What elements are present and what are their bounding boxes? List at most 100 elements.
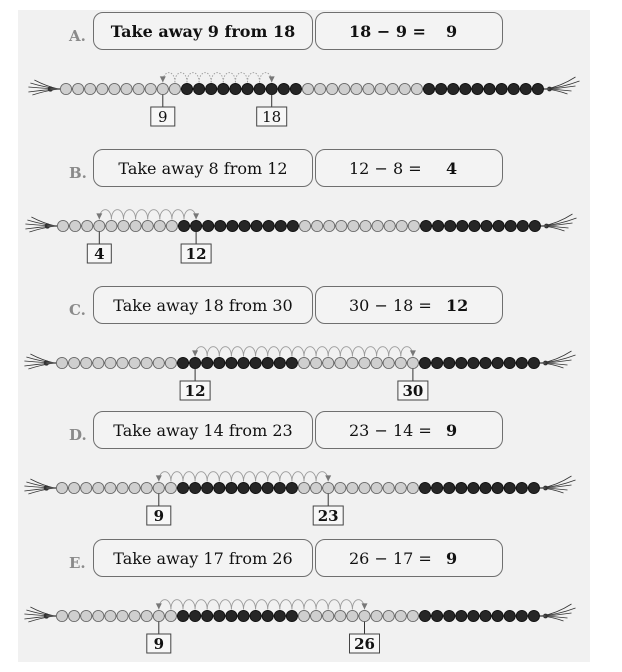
equation-text: 12 − 8 = [349, 158, 422, 178]
bead-dark [435, 82, 448, 96]
hop-arc [206, 471, 220, 482]
hop-arc [388, 346, 402, 357]
answer-value[interactable]: 12 [446, 296, 468, 315]
bead-light [96, 82, 109, 96]
bead-string: 9 26 [24, 599, 576, 654]
hop-arc [315, 599, 329, 610]
equation-text: 23 − 14 = [349, 420, 432, 440]
answer-value[interactable]: 9 [446, 22, 457, 41]
bead-dark [447, 82, 460, 96]
answer-value[interactable]: 9 [446, 549, 457, 568]
bead-dark [479, 609, 492, 623]
hop-arc [291, 599, 305, 610]
right-tassel-icon [541, 603, 576, 622]
hop-arc [218, 471, 232, 482]
bead-light [394, 609, 407, 623]
bead-light [371, 219, 384, 233]
bead-string: 9 23 [24, 471, 576, 526]
hop-arc [291, 471, 305, 482]
left-tassel-icon [25, 216, 56, 233]
question-text: Take away 17 from 26 [113, 548, 293, 568]
bead-light [55, 481, 69, 495]
problem-row: D. Take away 14 from 23 23 − 14 = 9 9 23 [0, 409, 622, 539]
arrowhead-icon [192, 350, 199, 357]
answer-value[interactable]: 4 [446, 159, 457, 178]
bead-light [382, 609, 395, 623]
bead-dark [253, 82, 266, 96]
bead-dark [265, 82, 278, 96]
bead-light [140, 609, 153, 623]
bead-dark [285, 481, 298, 495]
left-tassel-icon [24, 478, 55, 495]
hop-arc [255, 599, 269, 610]
start-label-box: 23 [312, 493, 344, 526]
bead-dark [201, 481, 214, 495]
hop-arc [230, 346, 244, 357]
bead-dark [237, 609, 250, 623]
bead-dark [189, 356, 202, 370]
question-text: Take away 14 from 23 [113, 420, 293, 440]
problem-letter: C. [69, 301, 86, 319]
bead-light [164, 356, 177, 370]
arrowhead-icon [155, 475, 162, 482]
hop-arc [247, 72, 261, 83]
bead-light [346, 356, 359, 370]
hop-arc [267, 471, 281, 482]
bead-dark [515, 609, 528, 623]
bead-dark [467, 356, 480, 370]
bead-light [165, 219, 178, 233]
hop-arc [230, 471, 244, 482]
hop-arcs [158, 599, 365, 610]
bead-light [346, 609, 359, 623]
bead-dark [456, 219, 469, 233]
bead-dark [467, 481, 480, 495]
arrowhead-icon [155, 603, 162, 610]
bead-light [406, 609, 419, 623]
left-tassel-icon [24, 606, 55, 623]
hop-arc [303, 599, 317, 610]
answer-value[interactable]: 9 [446, 421, 457, 440]
bead-light [398, 82, 411, 96]
start-label-text: 12 [186, 245, 207, 263]
bead-dark [285, 609, 298, 623]
hop-arc [230, 599, 244, 610]
result-label-text: 12 [185, 382, 206, 400]
question-box: Take away 18 from 30 [93, 286, 313, 324]
bead-dark [205, 82, 218, 96]
hop-arc [243, 346, 257, 357]
bead-light [350, 82, 363, 96]
bead-light [382, 481, 395, 495]
bead-dark [455, 481, 468, 495]
bead-dark [507, 82, 520, 96]
bead-dark [491, 356, 504, 370]
bead-dark [176, 481, 190, 495]
bead-light [56, 219, 70, 233]
bead-dark [515, 356, 528, 370]
hop-arc [123, 209, 137, 220]
arrowhead-icon [325, 475, 332, 482]
bead-dark [418, 356, 432, 370]
result-label-box: 9 [146, 621, 172, 654]
bead-light [326, 82, 339, 96]
result-label-text: 4 [94, 245, 104, 263]
bead-light [140, 481, 153, 495]
right-tassel-icon [545, 76, 580, 95]
bead-light [128, 481, 141, 495]
bead-light [310, 609, 323, 623]
bead-light [297, 356, 311, 370]
hop-arc [255, 346, 269, 357]
hop-arc [291, 346, 305, 357]
hop-arc [206, 599, 220, 610]
hop-arc [376, 346, 390, 357]
bead-dark [527, 481, 540, 495]
equation-text: 30 − 18 = [349, 295, 432, 315]
bead-light [59, 82, 73, 96]
bead-light [132, 82, 145, 96]
hop-arc [243, 471, 257, 482]
hop-arc [255, 471, 269, 482]
hop-arc [159, 209, 173, 220]
hop-arc [206, 346, 220, 357]
bead-dark [503, 481, 516, 495]
bead-light [406, 481, 419, 495]
bead-dark [503, 609, 516, 623]
